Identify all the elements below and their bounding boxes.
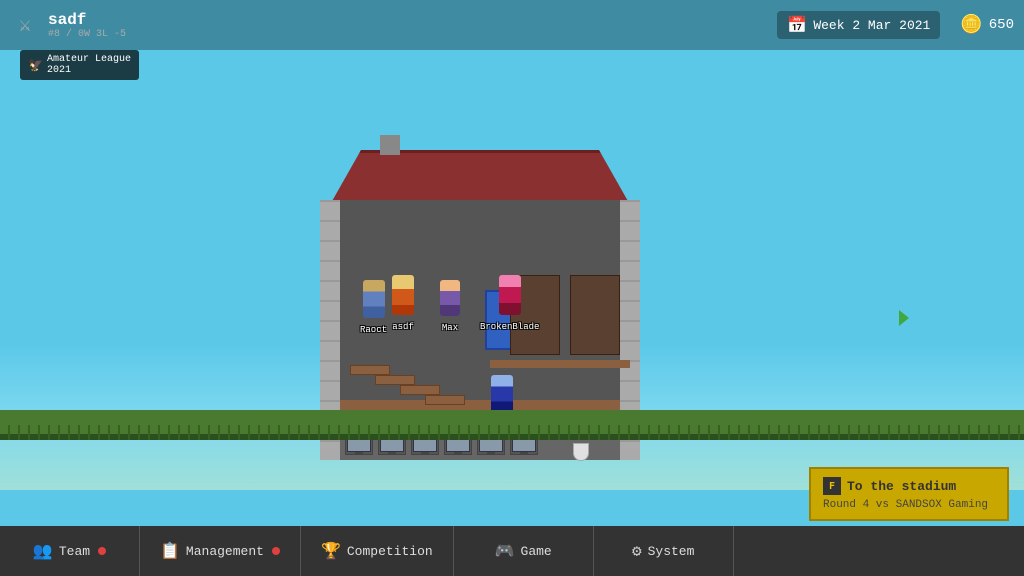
player-name: sadf <box>48 11 126 29</box>
character-label-brokenblade: BrokenBlade <box>480 322 539 332</box>
system-icon: ⚙ <box>632 541 642 561</box>
calendar-icon: 📅 <box>787 15 807 35</box>
character-label-raoct: Raoct <box>360 325 387 335</box>
notification-key-icon: F <box>823 477 841 495</box>
nav-management-label: Management <box>186 544 264 559</box>
league-name: Amateur League <box>47 54 131 65</box>
player-subtitle: #8 / 0W 3L -5 <box>48 29 126 40</box>
nav-competition[interactable]: 🏆 Competition <box>301 526 454 576</box>
notification-popup[interactable]: F To the stadium Round 4 vs SANDSOX Gami… <box>809 467 1009 521</box>
toilet-bowl <box>573 443 589 461</box>
character-asdf: asdf <box>392 275 414 332</box>
currency-amount: 650 <box>989 17 1014 33</box>
nav-system[interactable]: ⚙ System <box>594 526 734 576</box>
league-icon: 🦅 <box>28 58 43 73</box>
staircase <box>350 355 470 405</box>
header-bar: ⚔ sadf #8 / 0W 3L -5 📅 Week 2 Mar 2021 🪙… <box>0 0 1024 50</box>
notification-title: To the stadium <box>847 479 956 494</box>
player-name-block: sadf #8 / 0W 3L -5 <box>48 11 126 40</box>
game-world: Raoct asdf Max BrokenBlade <box>0 0 1024 490</box>
nav-management[interactable]: 📋 Management <box>140 526 301 576</box>
nav-game[interactable]: 🎮 Game <box>454 526 594 576</box>
date-block: 📅 Week 2 Mar 2021 <box>777 11 940 39</box>
header-right: 📅 Week 2 Mar 2021 🪙 650 <box>777 11 1014 39</box>
ground-pattern <box>0 425 1024 440</box>
game-icon: 🎮 <box>495 541 515 561</box>
competition-icon: 🏆 <box>321 541 341 561</box>
nav-team[interactable]: 👥 Team <box>0 526 140 576</box>
team-notification-dot <box>98 547 106 555</box>
player-info: ⚔ sadf #8 / 0W 3L -5 <box>10 7 126 43</box>
management-notification-dot <box>272 547 280 555</box>
game-cursor <box>899 310 909 326</box>
navbar: 👥 Team 📋 Management 🏆 Competition 🎮 Game… <box>0 526 1024 576</box>
league-year: 2021 <box>47 65 131 76</box>
character-label-max: Max <box>440 323 460 333</box>
chimney <box>380 135 400 155</box>
bunk-bed-2 <box>570 275 620 355</box>
character-raoct: Raoct <box>360 280 387 335</box>
character-label-asdf: asdf <box>392 322 414 332</box>
team-icon: 👥 <box>33 541 53 561</box>
character-max: Max <box>440 280 460 333</box>
notification-subtitle: Round 4 vs SANDSOX Gaming <box>823 499 995 511</box>
date-text: Week 2 Mar 2021 <box>813 18 930 33</box>
nav-system-label: System <box>648 544 695 559</box>
nav-team-label: Team <box>59 544 90 559</box>
character-brokenblade: BrokenBlade <box>480 275 539 332</box>
player-icon: ⚔ <box>10 7 40 43</box>
league-badge: 🦅 Amateur League 2021 <box>20 50 139 80</box>
coin-icon: 🪙 <box>960 14 982 36</box>
currency-block: 🪙 650 <box>960 14 1014 36</box>
notification-header: F To the stadium <box>823 477 995 495</box>
nav-competition-label: Competition <box>347 544 433 559</box>
management-icon: 📋 <box>160 541 180 561</box>
nav-game-label: Game <box>521 544 552 559</box>
shelf <box>490 360 630 368</box>
